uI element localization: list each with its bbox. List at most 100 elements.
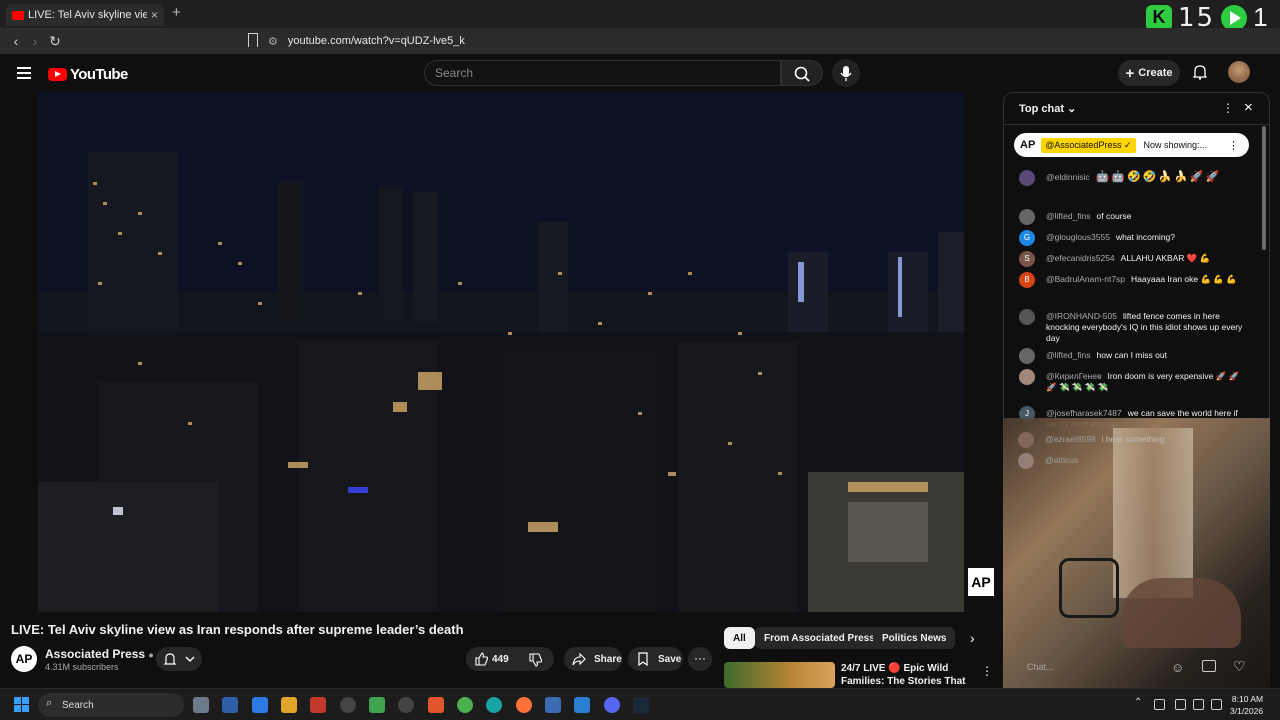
youtube-favicon-icon	[12, 10, 24, 20]
chat-avatar	[1018, 432, 1034, 448]
chat-scrollbar[interactable]	[1262, 126, 1266, 250]
chip-politics-news[interactable]: Politics News	[873, 627, 956, 649]
chip-all[interactable]: All	[724, 627, 755, 649]
pinned-message[interactable]: AP @AssociatedPress ✓ Now showing:... ⋮	[1014, 133, 1249, 157]
task-view-icon[interactable]	[193, 697, 209, 713]
tray-app-icon[interactable]	[1154, 699, 1165, 710]
chevron-down-icon: ⌄	[1067, 103, 1077, 115]
chat-message[interactable]: @azrael8598 i hear something	[1018, 432, 1248, 448]
chat-message[interactable]: G @glouglous3555 what incoming?	[1019, 230, 1249, 246]
network-icon[interactable]	[1193, 699, 1204, 710]
webcam-chair	[1059, 558, 1119, 618]
forward-icon[interactable]: ›	[25, 33, 45, 49]
video-title: LIVE: Tel Aviv skyline view as Iran resp…	[11, 622, 464, 637]
chat-text: of course	[1096, 211, 1132, 221]
browser-tab-bar: LIVE: Tel Aviv skyline view as I × + K 1…	[0, 0, 1280, 33]
chip-from-associated-press[interactable]: From Associated Press	[755, 627, 884, 649]
windows-start-icon[interactable]	[14, 697, 30, 713]
chat-text: ALLAHU AKBAR ❤️ 💪	[1120, 253, 1211, 263]
save-button[interactable]: Save	[628, 647, 683, 671]
chrome-icon[interactable]	[457, 697, 473, 713]
reload-icon[interactable]: ↻	[45, 33, 65, 50]
ap-watermark-logo: AP	[968, 568, 994, 596]
chat-username: @lifted_fins	[1046, 211, 1091, 221]
taskbar-search[interactable]: ⌕ Search	[38, 693, 184, 717]
overlay-k-icon: K	[1146, 4, 1172, 31]
share-button[interactable]: Share	[564, 647, 622, 671]
app-icon[interactable]	[340, 697, 356, 713]
bookmark-icon[interactable]	[248, 33, 258, 47]
edge-icon[interactable]	[486, 697, 502, 713]
dislike-icon[interactable]	[528, 653, 542, 667]
site-settings-icon[interactable]: ⚙	[268, 35, 278, 48]
guide-menu-icon[interactable]	[17, 67, 31, 79]
create-button[interactable]: + Create	[1118, 60, 1180, 86]
search-input[interactable]: Search	[424, 60, 781, 86]
vscode-icon[interactable]	[574, 697, 590, 713]
file-explorer-icon[interactable]	[281, 697, 297, 713]
chat-username: @efecanidris5254	[1046, 253, 1115, 263]
chat-message[interactable]: @lifted_fins how can I miss out	[1019, 348, 1249, 364]
tray-chevron-icon[interactable]: ⌃	[1134, 697, 1142, 708]
microphone-tray-icon[interactable]	[1175, 699, 1186, 710]
netflix-icon[interactable]	[310, 697, 326, 713]
chat-username: @glouglous3555	[1046, 232, 1110, 242]
chat-message[interactable]: @КирилГенев Iron doom is very expensive 🚀…	[1019, 369, 1249, 393]
system-clock[interactable]: 8:10 AM 3/1/2026	[1230, 693, 1263, 717]
subscription-bell-button[interactable]	[156, 647, 202, 671]
pinned-menu-icon[interactable]: ⋮	[1228, 139, 1239, 152]
app-icon[interactable]	[252, 697, 268, 713]
channel-avatar[interactable]: AP	[11, 646, 37, 672]
voice-search-button[interactable]	[832, 59, 860, 87]
chips-next-icon[interactable]: ›	[970, 630, 975, 646]
chat-input[interactable]: Chat...	[1027, 662, 1054, 672]
like-count[interactable]: 449	[492, 654, 509, 665]
video-player[interactable]	[38, 92, 964, 612]
channel-name[interactable]: Associated Press ●	[45, 647, 154, 661]
webcam-overlay: @azrael8598 i hear something @atticus	[1003, 418, 1270, 688]
heart-icon[interactable]: ♡	[1233, 658, 1246, 675]
chat-message[interactable]: S @efecanidris5254 ALLAHU AKBAR ❤️ 💪	[1019, 251, 1249, 267]
chat-username: @azrael8598	[1045, 434, 1096, 444]
super-chat-icon[interactable]	[1202, 660, 1216, 672]
volume-icon[interactable]	[1211, 699, 1222, 710]
new-tab-button[interactable]: +	[172, 4, 181, 21]
save-icon	[638, 652, 648, 666]
account-avatar[interactable]	[1228, 61, 1250, 83]
firefox-icon[interactable]	[516, 697, 532, 713]
steam-icon[interactable]	[633, 697, 649, 713]
recommendation-thumbnail[interactable]	[724, 662, 835, 688]
top-chat-label: Top chat	[1019, 103, 1065, 115]
top-chat-dropdown[interactable]: Top chat ⌄	[1019, 102, 1076, 115]
brave-browser-icon[interactable]	[428, 697, 444, 713]
chat-menu-icon[interactable]: ⋮	[1222, 101, 1234, 115]
emoji-icon[interactable]: ☺	[1171, 660, 1184, 675]
app-icon[interactable]	[222, 697, 238, 713]
youtube-logo[interactable]: YouTube	[48, 66, 128, 83]
search-button[interactable]	[781, 60, 823, 86]
taskbar: ⌕ Search ⌃ 8:10 AM 3/1/2026	[0, 688, 1280, 720]
close-chat-icon[interactable]: ×	[1244, 99, 1253, 116]
save-label: Save	[658, 653, 682, 665]
app-icon[interactable]	[545, 697, 561, 713]
back-icon[interactable]: ‹	[6, 33, 26, 49]
chat-message[interactable]: @eldinnisic 🤖🤖🤣🤣🍌🍌🚀🚀	[1019, 170, 1249, 186]
chat-message[interactable]: @IRONHAND-505 lifted fence comes in here …	[1019, 309, 1249, 344]
chat-message[interactable]: @lifted_fins of course	[1019, 209, 1249, 225]
app-icon[interactable]	[369, 697, 385, 713]
url-field[interactable]: ⚙ youtube.com/watch?v=qUDZ-lve5_k	[268, 31, 902, 51]
more-actions-button[interactable]: ···	[688, 647, 712, 671]
recommendation-menu-icon[interactable]: ⋮	[981, 664, 993, 678]
browser-tab[interactable]: LIVE: Tel Aviv skyline view as I ×	[6, 4, 164, 26]
chat-message[interactable]: @atticus	[1018, 453, 1248, 469]
address-bar: ‹ › ↻ ⚙ youtube.com/watch?v=qUDZ-lve5_k …	[0, 28, 1280, 75]
chat-avatar	[1019, 348, 1035, 364]
notifications-bell-icon[interactable]	[1193, 64, 1207, 80]
app-icon[interactable]	[398, 697, 414, 713]
chat-input-row: Chat... ☺ ♡	[1003, 652, 1270, 688]
channel-name-text: Associated Press	[45, 647, 146, 661]
discord-icon[interactable]	[604, 697, 620, 713]
close-tab-icon[interactable]: ×	[151, 8, 158, 22]
like-icon[interactable]	[474, 652, 488, 666]
chat-message[interactable]: B @BadrulAnam-nt7sp Haayaaa Iran oke 💪 💪 …	[1019, 272, 1249, 288]
